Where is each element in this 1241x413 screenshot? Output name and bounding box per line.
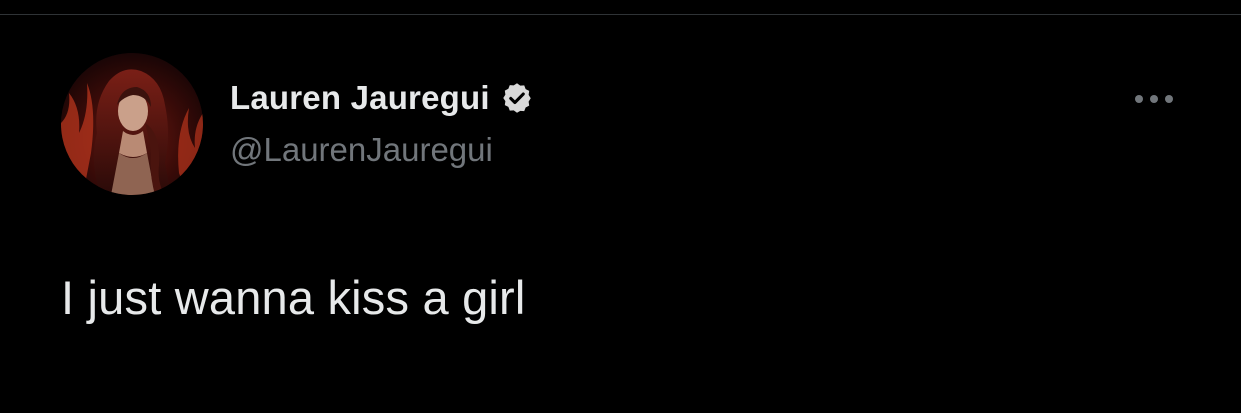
- author-avatar[interactable]: [61, 53, 203, 195]
- more-options-button[interactable]: [1128, 84, 1180, 114]
- verified-badge-icon: [500, 81, 534, 115]
- author-handle[interactable]: @LaurenJauregui: [230, 131, 493, 169]
- tweet-text: I just wanna kiss a girl: [61, 271, 526, 324]
- avatar-image: [61, 53, 203, 195]
- top-divider: [0, 14, 1241, 15]
- author-name-row: Lauren Jauregui: [230, 78, 534, 118]
- more-horizontal-icon: [1135, 95, 1173, 103]
- author-display-name[interactable]: Lauren Jauregui: [230, 79, 490, 117]
